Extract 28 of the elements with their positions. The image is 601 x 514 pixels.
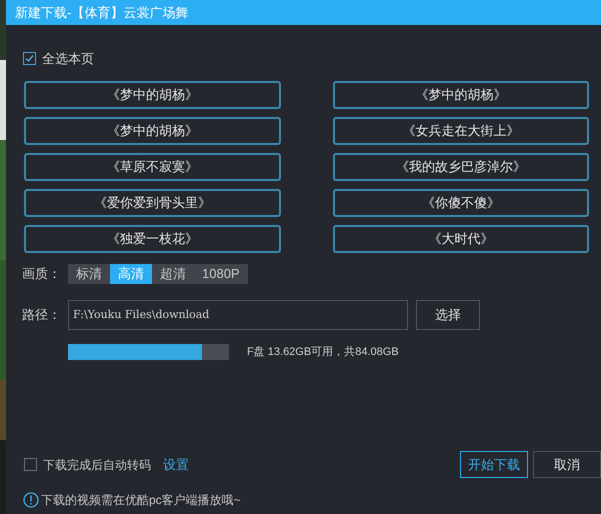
quality-label: 画质： [22, 264, 62, 283]
episode-button[interactable]: 《梦中的胡杨》 [24, 116, 280, 144]
select-all-label: 全选本页 [42, 50, 94, 68]
window-title: 新建下载-【体育】云裳广场舞 [15, 4, 188, 22]
episode-button[interactable]: 《我的故乡巴彦淖尔》 [332, 152, 589, 180]
episode-button[interactable]: 《梦中的胡杨》 [24, 80, 280, 108]
settings-link[interactable]: 设置 [163, 454, 189, 474]
quality-tab[interactable]: 1080P [194, 264, 248, 284]
checkbox[interactable] [23, 52, 36, 66]
cancel-button[interactable]: 取消 [533, 451, 601, 478]
notice-text: 下载的视频需在优酷pc客户端播放哦~ [41, 492, 241, 509]
choose-button[interactable]: 选择 [416, 300, 480, 330]
path-label: 路径： [22, 306, 62, 324]
path-field[interactable]: F:\Youku Files\download [68, 300, 408, 330]
episode-button[interactable]: 《你傻不傻》 [332, 188, 589, 216]
disk-space-text: F盘 13.62GB可用，共84.08GB [247, 344, 399, 360]
checkbox[interactable] [24, 458, 37, 471]
info-icon [23, 492, 39, 508]
episode-button[interactable]: 《草原不寂寞》 [24, 152, 280, 180]
auto-transcode-label: 下载完成后自动转码 [43, 456, 151, 474]
episode-button[interactable]: 《梦中的胡杨》 [332, 80, 589, 108]
episode-button[interactable]: 《大时代》 [332, 224, 589, 252]
start-download-button[interactable]: 开始下载 [460, 451, 528, 478]
episode-button[interactable]: 《爱你爱到骨头里》 [24, 188, 280, 216]
quality-tab[interactable]: 标清 [68, 264, 110, 284]
episode-button[interactable]: 《女兵走在大街上》 [332, 116, 589, 144]
episode-button[interactable]: 《独爱一枝花》 [24, 224, 280, 252]
quality-tab[interactable]: 超清 [152, 264, 194, 284]
